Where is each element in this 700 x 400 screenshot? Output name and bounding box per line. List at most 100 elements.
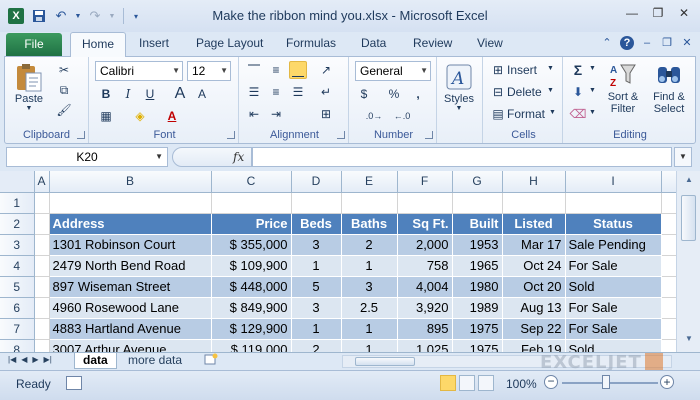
cell-built[interactable]: 1975 bbox=[452, 318, 503, 340]
paste-dropdown-icon[interactable]: ▼ bbox=[26, 105, 33, 112]
increase-indent-icon[interactable]: ⇥ bbox=[267, 105, 285, 123]
cell[interactable] bbox=[49, 192, 212, 214]
cell[interactable] bbox=[34, 339, 50, 352]
cell[interactable] bbox=[34, 234, 50, 256]
increase-decimal-icon[interactable]: .0→ bbox=[365, 107, 383, 125]
tab-page-layout[interactable]: Page Layout bbox=[196, 36, 263, 50]
column-header[interactable]: H bbox=[502, 171, 566, 193]
styles-dropdown-icon[interactable]: ▼ bbox=[456, 105, 463, 112]
tab-insert[interactable]: Insert bbox=[139, 36, 169, 50]
format-painter-icon[interactable]: 🖌 bbox=[55, 101, 73, 119]
cell-beds[interactable]: 3 bbox=[291, 234, 342, 256]
sheet-tab-data[interactable]: data bbox=[74, 353, 117, 369]
italic-icon[interactable]: I bbox=[119, 85, 137, 103]
sort-filter-button[interactable]: AZ Sort & Filter bbox=[601, 59, 645, 115]
cell-built[interactable]: 1980 bbox=[452, 276, 503, 298]
row-header[interactable]: 7 bbox=[0, 318, 35, 340]
font-size-dropdown-icon[interactable]: ▼ bbox=[220, 62, 228, 80]
decrease-indent-icon[interactable]: ⇤ bbox=[245, 105, 263, 123]
format-cells-label[interactable]: Format bbox=[507, 107, 545, 121]
align-bottom-icon[interactable]: ⎽ bbox=[289, 61, 307, 79]
sheet-tab-more-data[interactable]: more data bbox=[120, 353, 190, 369]
record-macro-icon[interactable] bbox=[66, 376, 82, 390]
column-header[interactable]: G bbox=[452, 171, 503, 193]
cell-baths[interactable]: 2 bbox=[341, 234, 398, 256]
vertical-scrollbar[interactable]: ▲ ▼ bbox=[676, 171, 700, 352]
column-header[interactable]: B bbox=[49, 171, 212, 193]
fill-icon[interactable]: ⬇ bbox=[569, 83, 587, 101]
cell-price[interactable]: $ 448,000 bbox=[211, 276, 292, 298]
clear-icon[interactable]: ⌫ bbox=[569, 105, 587, 123]
cell[interactable] bbox=[34, 255, 50, 277]
minimize-ribbon-icon[interactable]: ⌃ bbox=[600, 36, 614, 50]
cell-address[interactable]: 2479 North Bend Road bbox=[49, 255, 212, 277]
cell-status[interactable]: For Sale bbox=[565, 297, 662, 319]
insert-cells-label[interactable]: Insert bbox=[507, 63, 537, 77]
column-header[interactable]: I bbox=[565, 171, 662, 193]
insert-cells-icon[interactable]: ⊞ bbox=[489, 61, 507, 79]
find-select-button[interactable]: Find & Select bbox=[647, 59, 691, 115]
row-header[interactable]: 5 bbox=[0, 276, 35, 298]
zoom-level[interactable]: 100% bbox=[506, 377, 537, 391]
clipboard-launcher-icon[interactable] bbox=[77, 131, 85, 139]
restore-icon[interactable]: ❐ bbox=[646, 4, 670, 22]
tab-view[interactable]: View bbox=[477, 36, 503, 50]
expand-formula-bar-icon[interactable]: ▼ bbox=[674, 147, 692, 167]
align-top-icon[interactable]: ⎺ bbox=[245, 61, 263, 79]
cell[interactable] bbox=[291, 192, 342, 214]
align-left-icon[interactable]: ☰ bbox=[245, 83, 263, 101]
worksheet-grid[interactable]: A B C D E F G H I 1 2 Address Price Beds… bbox=[0, 171, 700, 352]
workbook-close-icon[interactable]: ✕ bbox=[680, 36, 694, 50]
cell-built[interactable]: 1965 bbox=[452, 255, 503, 277]
next-sheet-icon[interactable]: ▶ bbox=[32, 355, 38, 364]
scroll-down-icon[interactable]: ▼ bbox=[681, 334, 697, 348]
cell-price[interactable]: $ 109,900 bbox=[211, 255, 292, 277]
paste-button[interactable]: Paste ▼ bbox=[13, 61, 45, 112]
delete-cells-icon[interactable]: ⊟ bbox=[489, 83, 507, 101]
shrink-font-icon[interactable]: A bbox=[193, 85, 211, 103]
decrease-decimal-icon[interactable]: ←.0 bbox=[393, 107, 411, 125]
row-header[interactable]: 6 bbox=[0, 297, 35, 319]
format-dropdown-icon[interactable]: ▼ bbox=[549, 109, 556, 116]
align-center-icon[interactable]: ≡ bbox=[267, 83, 285, 101]
delete-dropdown-icon[interactable]: ▼ bbox=[547, 87, 554, 94]
font-launcher-icon[interactable] bbox=[227, 131, 235, 139]
zoom-slider-track[interactable] bbox=[562, 382, 658, 384]
cell-sqft[interactable]: 4,004 bbox=[397, 276, 453, 298]
cell-beds[interactable]: 2 bbox=[291, 339, 342, 352]
cell[interactable] bbox=[34, 318, 50, 340]
cell-baths[interactable]: 3 bbox=[341, 276, 398, 298]
styles-button[interactable]: A Styles ▼ bbox=[443, 61, 475, 112]
autosum-dropdown-icon[interactable]: ▼ bbox=[589, 65, 596, 72]
alignment-launcher-icon[interactable] bbox=[337, 131, 345, 139]
row-header[interactable]: 2 bbox=[0, 213, 35, 235]
bold-icon[interactable]: B bbox=[97, 85, 115, 103]
column-header[interactable]: E bbox=[341, 171, 398, 193]
font-size-combo[interactable]: 12 ▼ bbox=[187, 61, 231, 81]
cell-built[interactable]: 1989 bbox=[452, 297, 503, 319]
cell-sqft[interactable]: 1,025 bbox=[397, 339, 453, 352]
wrap-text-icon[interactable]: ↵ bbox=[317, 83, 335, 101]
formula-input[interactable] bbox=[252, 147, 672, 167]
minimize-icon[interactable]: — bbox=[620, 4, 644, 22]
cell-status[interactable]: Sold bbox=[565, 276, 662, 298]
cell-sqft[interactable]: 758 bbox=[397, 255, 453, 277]
insert-function-icon[interactable]: fx bbox=[233, 150, 244, 164]
align-middle-icon[interactable]: ≡ bbox=[267, 61, 285, 79]
cell-built[interactable]: 1975 bbox=[452, 339, 503, 352]
cell-address[interactable]: 897 Wiseman Street bbox=[49, 276, 212, 298]
row-header[interactable]: 8 bbox=[0, 339, 35, 352]
number-format-dropdown-icon[interactable]: ▼ bbox=[420, 62, 428, 80]
cell-price[interactable]: $ 849,900 bbox=[211, 297, 292, 319]
merge-center-icon[interactable]: ⊞ bbox=[317, 105, 335, 123]
cell[interactable] bbox=[565, 192, 662, 214]
normal-view-icon[interactable] bbox=[440, 375, 456, 391]
cell-beds[interactable]: 1 bbox=[291, 318, 342, 340]
cell[interactable] bbox=[397, 192, 453, 214]
currency-icon[interactable]: $ bbox=[355, 85, 373, 103]
cell[interactable] bbox=[34, 192, 50, 214]
tab-file[interactable]: File bbox=[6, 33, 62, 56]
insert-sheet-icon[interactable] bbox=[196, 353, 226, 369]
clear-dropdown-icon[interactable]: ▼ bbox=[589, 109, 596, 116]
cell-baths[interactable]: 2.5 bbox=[341, 297, 398, 319]
